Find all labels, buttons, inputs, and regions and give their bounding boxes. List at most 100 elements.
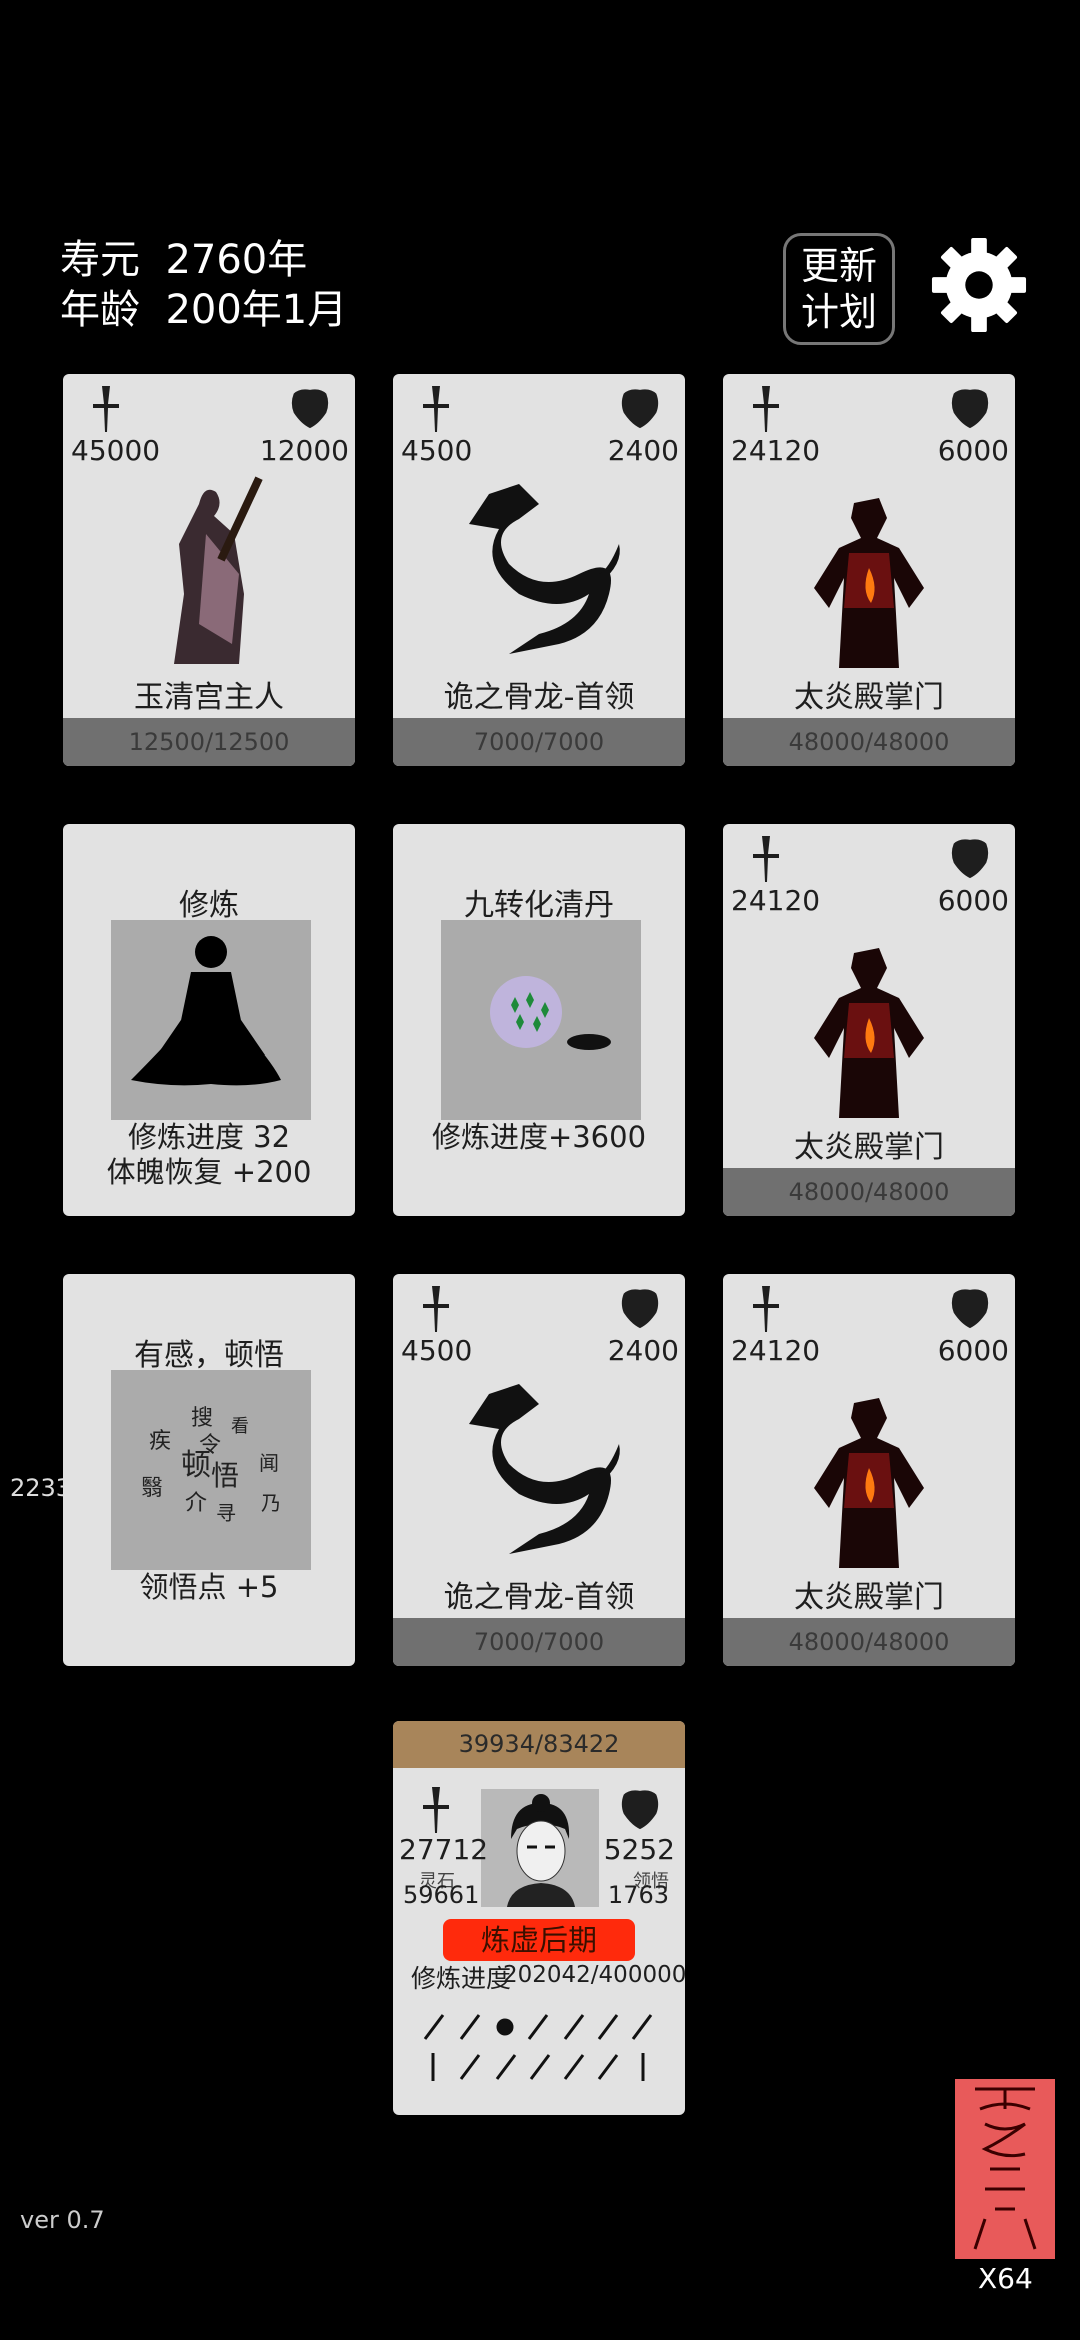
action-effect-line: 体魄恢复 +200 [106,1155,312,1189]
bone-dragon-icon [469,484,620,654]
attack-sword-icon [423,1286,449,1332]
enemy-name: 玉清宫主人 [134,680,284,715]
action-title: 修炼 [179,888,239,923]
enemy-name: 诡之骨龙-首领 [443,680,635,715]
attack-sword-icon [93,386,119,432]
enemy-card[interactable]: 4500 2400 诡之骨龙-首领 7000/7000 [393,374,685,766]
insight-glyph: 悟 [211,1459,239,1492]
defense-shield-icon [951,389,989,429]
event-effects: 领悟点 +5 [63,1570,355,1605]
attack-value: 4500 [401,434,473,467]
fire-sect-master-icon [814,498,924,668]
enemy-card[interactable]: 24120 6000 太炎殿掌门 48000/48000 [723,824,1015,1216]
insight-glyph: 令 [199,1433,221,1458]
insight-glyph: 疾 [149,1429,171,1454]
action-effects: 修炼进度 32 体魄恢复 +200 [63,1120,355,1190]
enemy-name: 诡之骨龙-首领 [443,1580,635,1615]
enemy-hp-bar: 12500/12500 [63,718,355,766]
player-attack: 27712 [399,1833,489,1866]
defense-shield-icon [291,389,329,429]
age-label: 年龄 [60,287,140,333]
insight-event-card[interactable]: 有感，顿悟 疾 搜 看 顿 悟 令 介 翳 闻 寻 乃 领悟点 +5 [63,1274,355,1666]
update-plan-button[interactable]: 更新 计划 [783,233,895,345]
defense-shield-icon [621,1289,659,1329]
action-picture [111,920,311,1120]
player-avatar [481,1789,599,1907]
insight-value: 1763 [607,1881,669,1909]
defense-value: 6000 [937,434,1009,467]
item-effect-line: 修炼进度+3600 [431,1120,647,1154]
event-picture: 疾 搜 看 顿 悟 令 介 翳 闻 寻 乃 [111,1370,311,1570]
defense-shield-icon [951,1289,989,1329]
defense-shield-icon [621,389,659,429]
attack-sword-icon [753,836,779,882]
update-plan-line1: 更新 [800,244,877,288]
insight-glyph: 翳 [141,1476,163,1501]
defense-shield-icon [621,1790,659,1830]
age-value: 200年1月 [165,287,348,333]
defense-value: 2400 [607,434,679,467]
item-title: 九转化清丹 [464,888,614,923]
meditation-silhouette-icon [131,936,281,1086]
talisman-icon[interactable] [955,2079,1055,2259]
insight-glyph: 寻 [216,1501,236,1525]
attack-sword-icon [753,1286,779,1332]
cultivate-action-card[interactable]: 修炼 修炼进度 32 体魄恢复 +200 [63,824,355,1216]
enemy-hp-bar: 48000/48000 [723,1618,1015,1666]
fire-sect-master-icon [814,948,924,1118]
enemy-hp-bar: 7000/7000 [393,1618,685,1666]
lifespan-row: 寿元 2760年 [60,235,307,285]
attack-value: 24120 [731,434,821,467]
pill-icon [490,976,611,1050]
player-xp-bar: 39934/83422 [393,1721,685,1768]
defense-value: 6000 [937,884,1009,917]
settings-gear-icon[interactable] [930,236,1028,334]
player-portrait-icon [507,1794,575,1907]
side-number: 2233 [10,1474,72,1502]
age-row: 年龄 200年1月 [60,285,347,335]
insight-glyph: 乃 [261,1491,281,1515]
cultivation-progress-label: 修炼进度 [411,1964,512,1993]
player-card[interactable]: 39934/83422 27712 5252 灵石 领悟 59661 1763 … [393,1721,685,2115]
talisman-count: X64 [978,2262,1033,2295]
enemy-card[interactable]: 45000 12000 玉清宫主人 12500/12500 [63,374,355,766]
enemy-card[interactable]: 4500 2400 诡之骨龙-首领 7000/7000 [393,1274,685,1666]
attack-sword-icon [753,386,779,432]
equipment-slots-icon[interactable] [421,2009,661,2085]
attack-value: 45000 [71,434,161,467]
attack-value: 4500 [401,1334,473,1367]
insight-glyph: 闻 [259,1451,279,1475]
update-plan-line2: 计划 [800,290,877,334]
item-picture [441,920,641,1120]
fire-sect-master-icon [814,1398,924,1568]
enemy-hp-bar: 7000/7000 [393,718,685,766]
swirling-characters-icon: 疾 搜 看 顿 悟 令 介 翳 闻 寻 乃 [141,1406,281,1525]
enemy-card[interactable]: 24120 6000 太炎殿掌门 48000/48000 [723,374,1015,766]
cultivation-rank-badge: 炼虚后期 [443,1919,635,1961]
item-effects: 修炼进度+3600 [393,1120,685,1155]
defense-value: 12000 [259,434,349,467]
enemy-name: 太炎殿掌门 [794,680,944,715]
defense-value: 2400 [607,1334,679,1367]
defense-value: 6000 [937,1334,1009,1367]
lifespan-value: 2760年 [165,237,308,283]
action-effect-line: 修炼进度 32 [127,1120,291,1154]
bone-dragon-icon [469,1384,620,1554]
insight-glyph: 搜 [191,1406,213,1431]
lifespan-label: 寿元 [60,237,140,283]
version-label: ver 0.7 [20,2206,105,2234]
insight-glyph: 介 [185,1491,207,1516]
attack-sword-icon [423,1787,449,1833]
enemy-hp-bar: 48000/48000 [723,1168,1015,1216]
pill-item-card[interactable]: 九转化清丹 修炼进度+3600 [393,824,685,1216]
attack-value: 24120 [731,1334,821,1367]
enemy-name: 太炎殿掌门 [794,1130,944,1165]
attack-sword-icon [423,386,449,432]
attack-value: 24120 [731,884,821,917]
insight-glyph: 看 [231,1416,249,1437]
player-defense: 5252 [603,1833,675,1866]
cultivation-progress-value: 202042/400000 [503,1962,685,1988]
event-title: 有感，顿悟 [134,1338,284,1373]
enemy-card[interactable]: 24120 6000 太炎殿掌门 48000/48000 [723,1274,1015,1666]
enemy-hp-bar: 48000/48000 [723,718,1015,766]
